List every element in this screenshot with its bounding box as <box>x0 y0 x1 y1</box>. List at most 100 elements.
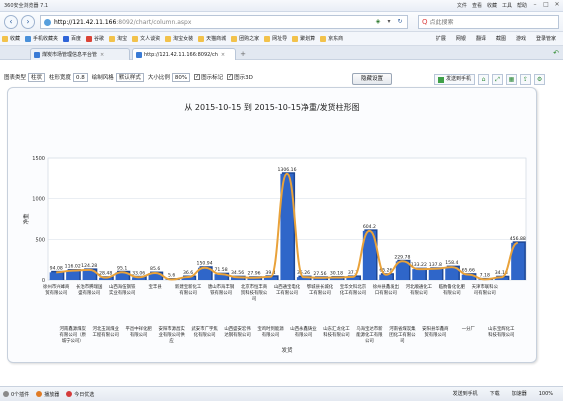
zoom-level[interactable]: 100% <box>539 391 553 397</box>
bookmark-wangzhi[interactable]: 网址导 <box>264 35 287 42</box>
x-tick-label: 河北顺通化工有限公司 <box>406 283 433 296</box>
export-icon[interactable]: ⇪ <box>520 74 532 85</box>
back-button[interactable]: ‹ <box>4 15 18 29</box>
tab-close-icon[interactable]: × <box>221 52 225 58</box>
x-tick-label: 乌海宝达市新能源化工有限公司 <box>356 325 383 344</box>
data-label: 34.56 <box>231 270 244 276</box>
data-label: 27.56 <box>313 271 326 277</box>
bookmark-baidu[interactable]: 百度 <box>63 35 81 42</box>
maximize-icon[interactable]: □ <box>542 1 550 9</box>
size-ratio-select[interactable]: 80% <box>171 72 191 82</box>
x-tick-label: 安阳县华鑫商贸有限公司 <box>422 325 449 338</box>
forward-button[interactable]: › <box>21 15 35 29</box>
bar <box>428 268 442 280</box>
login-manager-button[interactable]: 登录管家 <box>536 35 556 42</box>
undo-close-tab-icon[interactable]: ↶ <box>553 49 559 57</box>
x-tick-label: 宝华文科北京化工有限公司 <box>340 283 367 296</box>
x-tick-label: 天津市联科公司有限公司 <box>472 283 499 296</box>
bookmark-juhuasuan[interactable]: 聚划算 <box>292 35 315 42</box>
size-ratio-label: 大小比例 <box>147 75 170 81</box>
security-shield-icon[interactable]: ◈ <box>374 18 382 26</box>
x-tick-label: 长治市腾瑞国盛有限公司 <box>76 283 103 296</box>
games-button[interactable]: 游戏 <box>516 35 526 42</box>
data-label: 456.88 <box>510 236 526 242</box>
draw-style-select[interactable]: 默认样式 <box>115 72 144 82</box>
menu-view[interactable]: 查看 <box>472 2 482 9</box>
data-label: 124.28 <box>81 263 97 269</box>
window-title: 360安全浏览器 7.1 <box>4 3 49 9</box>
tab-coal-platform[interactable]: 煤炭市场管理信息平台管 × <box>30 48 130 60</box>
minimize-icon[interactable]: – <box>531 1 539 9</box>
picks-icon <box>66 391 73 397</box>
tab-chart-column[interactable]: http://121.42.11.166:8092/ch × <box>132 48 236 60</box>
fullscreen-icon[interactable]: ⤢ <box>492 74 504 85</box>
menu-file[interactable]: 文件 <box>457 2 467 9</box>
bar <box>412 269 426 280</box>
status-download[interactable]: 下载 <box>490 390 500 397</box>
status-right: 发送到手机 下载 加速器 100% <box>453 390 560 398</box>
grid-icon[interactable]: ▦ <box>506 74 518 85</box>
menu-favorites[interactable]: 收藏 <box>487 2 497 9</box>
search-engine-icon[interactable]: Q <box>422 18 428 26</box>
x-tick-label: 新建宝新化工有限公司 <box>175 283 202 296</box>
folder-icon <box>132 35 139 42</box>
translate-button[interactable]: 翻译 <box>476 35 486 42</box>
page-icon <box>34 51 40 58</box>
y-tick-label: 500 <box>35 237 45 243</box>
x-tick-label: 山西盛安宏伟达钢有限公司 <box>224 325 251 338</box>
refresh-icon[interactable]: ↻ <box>396 18 404 26</box>
bookmarks-bar: 收藏 手机收藏夹 百度 谷歌 淘宝 文人谈资 淘宝女装 天猫商城 团购之家 网址… <box>0 32 563 46</box>
url-input[interactable]: http://121.42.11.166 :8092/chart/column.… <box>40 15 408 29</box>
bookmark-taobao-women[interactable]: 淘宝女装 <box>165 35 193 42</box>
bookmark-mobile-favorites[interactable]: 手机收藏夹 <box>25 35 58 42</box>
status-send-phone[interactable]: 发送到手机 <box>453 390 478 397</box>
extensions-button[interactable]: 扩展 <box>436 35 446 42</box>
menu-help[interactable]: 帮助 <box>517 2 527 9</box>
checkbox-check-icon: ✓ <box>227 74 234 80</box>
send-to-phone-button[interactable]: 发送到手机 <box>434 74 476 85</box>
x-tick-label: 徐州县鑫发出口有限公司 <box>373 283 399 296</box>
x-tick-label: 平邑中祥化肥有限公司 <box>125 325 152 338</box>
plugins-status[interactable]: 0个插件 <box>3 391 29 398</box>
search-input[interactable] <box>429 18 550 26</box>
bar <box>66 270 80 280</box>
x-tick-label: 山东宝辉化工科技有限公司 <box>488 325 515 338</box>
x-tick-label: 鄂城县长城化工有限公司 <box>307 283 334 296</box>
daily-picks-status[interactable]: 今日优选 <box>66 391 94 398</box>
chart-type-select[interactable]: 柱状 <box>28 72 46 82</box>
player-status[interactable]: 播放器 <box>36 391 59 398</box>
folder-icon <box>109 35 116 42</box>
settings-icon[interactable]: ⚙ <box>534 74 546 85</box>
x-tick-label: 河南省煤炭集团化工有限公司 <box>389 325 416 344</box>
show-mark-checkbox[interactable]: ✓ 图示标记 <box>194 73 223 81</box>
search-box[interactable]: Q <box>418 15 559 29</box>
menu-tools[interactable]: 工具 <box>502 2 512 9</box>
tab-close-icon[interactable]: × <box>100 52 104 58</box>
folder-icon <box>231 35 238 42</box>
bookmark-wenren[interactable]: 文人谈资 <box>132 35 160 42</box>
home-icon[interactable]: ⌂ <box>478 74 490 85</box>
status-accelerator[interactable]: 加速器 <box>512 390 527 397</box>
bookmark-tmall[interactable]: 天猫商城 <box>198 35 226 42</box>
folder-icon <box>292 35 299 42</box>
data-label: 35.26 <box>297 270 310 276</box>
bookmarks-right-tools: 扩展 网银 翻译 截图 游戏 登录管家 <box>436 35 561 42</box>
bank-button[interactable]: 网银 <box>456 35 466 42</box>
x-tick-label: 山东汇龙化工科技有限公司 <box>323 325 350 338</box>
close-icon[interactable]: ✕ <box>553 1 561 9</box>
dropdown-icon[interactable]: ▾ <box>385 18 393 26</box>
bookmark-tuangou[interactable]: 团购之家 <box>231 35 259 42</box>
checkbox-check-icon: ✓ <box>194 74 201 80</box>
screenshot-button[interactable]: 截图 <box>496 35 506 42</box>
bookmark-favorites[interactable]: 收藏 <box>2 35 20 42</box>
hide-settings-button[interactable]: 隐藏设置 <box>352 73 392 85</box>
show-3d-checkbox[interactable]: ✓ 图示3D <box>227 73 253 81</box>
page-content: 图表类型 柱状 柱形宽度 0.8 绘制风格 默认样式 大小比例 80% ✓ 图示标… <box>0 60 563 386</box>
x-tick-label: 临朐鲁化化肥有限公司 <box>439 283 466 296</box>
new-tab-button[interactable]: + <box>238 49 248 59</box>
column-width-select[interactable]: 0.8 <box>73 72 88 82</box>
bookmark-taobao[interactable]: 淘宝 <box>109 35 127 42</box>
bookmark-google[interactable]: 谷歌 <box>86 35 104 42</box>
plugin-icon <box>3 391 9 397</box>
bookmark-jingdong[interactable]: 京东商 <box>320 35 343 42</box>
